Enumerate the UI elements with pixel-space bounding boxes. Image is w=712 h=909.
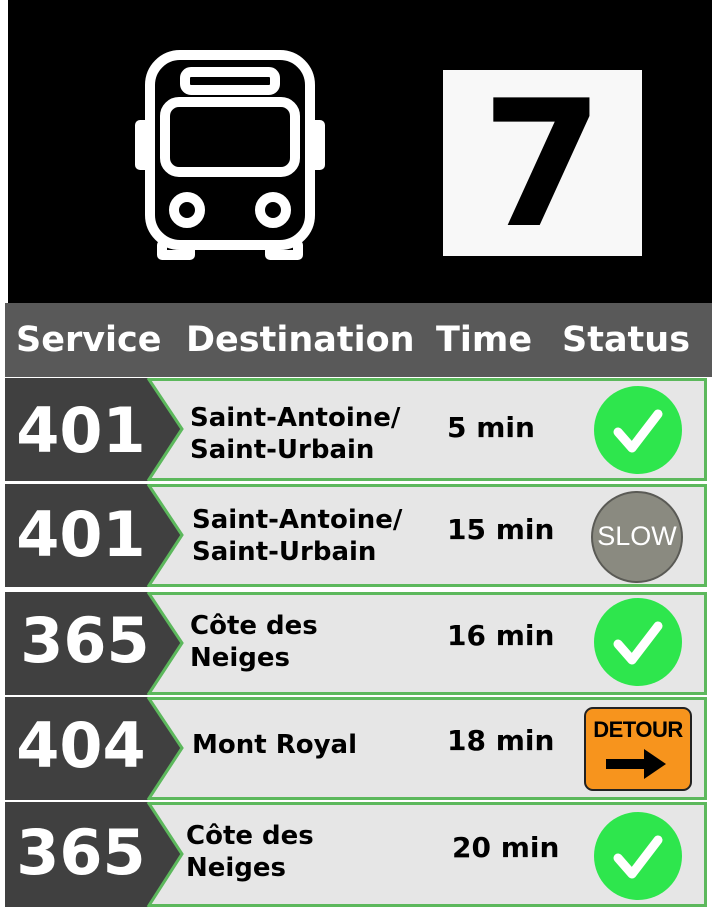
destination-line-2: Saint-Urbain xyxy=(190,435,375,465)
arrival-time: 16 min xyxy=(447,619,555,652)
destination-line-1: Côte des xyxy=(186,821,314,851)
destination-line-2: Saint-Urbain xyxy=(192,537,377,567)
arrival-time: 20 min xyxy=(452,831,560,864)
destination-line-1: Saint-Antoine/ xyxy=(190,403,401,433)
check-icon xyxy=(594,386,682,474)
destination-line-1: Saint-Antoine/ xyxy=(192,505,403,535)
destination-line-1: Côte des xyxy=(190,611,318,641)
departure-row: 404 Mont Royal 18 min DETOUR xyxy=(0,697,712,800)
slow-sign-icon: SLOW xyxy=(590,490,684,584)
column-status: Status xyxy=(562,320,691,360)
stop-number-box: 7 xyxy=(443,70,642,256)
check-icon xyxy=(594,598,682,686)
destination: Saint-Antoine/ Saint-Urbain xyxy=(192,504,402,568)
departure-row: 401 Saint-Antoine/ Saint-Urbain 15 min S… xyxy=(0,484,712,587)
detour-sign-label: DETOUR xyxy=(593,717,683,742)
column-time: Time xyxy=(436,320,533,360)
arrival-time: 5 min xyxy=(447,411,535,444)
destination-line-2: Neiges xyxy=(190,643,291,673)
destination: Saint-Antoine/ Saint-Urbain xyxy=(190,402,400,466)
destination: Mont Royal xyxy=(192,729,357,761)
slow-sign-label: SLOW xyxy=(597,521,677,551)
route-number: 404 xyxy=(16,709,146,782)
route-number: 365 xyxy=(20,604,150,677)
arrival-time: 15 min xyxy=(447,513,555,546)
stop-number: 7 xyxy=(481,63,604,267)
detour-sign-icon: DETOUR xyxy=(584,707,692,791)
route-number: 365 xyxy=(16,816,146,889)
departure-row: 401 Saint-Antoine/ Saint-Urbain 5 min xyxy=(0,378,712,481)
departure-row: 365 Côte des Neiges 20 min xyxy=(0,802,712,907)
destination: Côte des Neiges xyxy=(190,610,318,674)
destination-line-1: Mont Royal xyxy=(192,730,358,760)
destination: Côte des Neiges xyxy=(186,820,314,884)
column-destination: Destination xyxy=(186,320,415,360)
destination-line-2: Neiges xyxy=(186,853,287,883)
route-number: 401 xyxy=(16,498,146,571)
bus-front-icon xyxy=(135,50,325,260)
column-service: Service xyxy=(16,320,162,360)
departure-row: 365 Côte des Neiges 16 min xyxy=(0,592,712,695)
check-icon xyxy=(594,812,682,900)
route-number: 401 xyxy=(16,394,146,467)
arrival-time: 18 min xyxy=(447,724,555,757)
